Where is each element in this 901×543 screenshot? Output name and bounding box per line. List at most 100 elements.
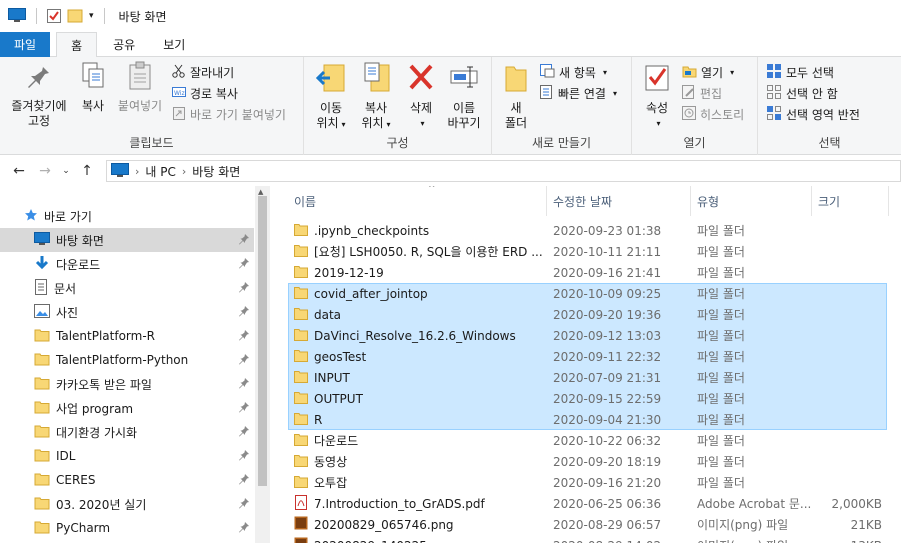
pin-icon[interactable] bbox=[238, 473, 250, 488]
file-row[interactable]: 7.Introduction_to_GrADS.pdf 2020-06-25 06… bbox=[288, 493, 887, 514]
recent-locations-chevron-icon[interactable]: ⌄ bbox=[58, 166, 74, 176]
nav-item[interactable]: 바탕 화면 bbox=[0, 228, 254, 252]
file-row[interactable]: INPUT 2020-07-09 21:31 파일 폴더 bbox=[288, 367, 887, 388]
column-divider[interactable] bbox=[888, 186, 889, 216]
delete-button[interactable]: 삭제 ▾ bbox=[402, 61, 440, 131]
navigation-pane: 바로 가기 바탕 화면 다운로드 문서 사진 TalentPlatform-R Talen… bbox=[0, 186, 270, 543]
nav-item[interactable]: 사업 program bbox=[0, 396, 254, 420]
new-folder-icon[interactable] bbox=[67, 7, 83, 26]
pin-icon[interactable] bbox=[238, 257, 250, 272]
pin-icon[interactable] bbox=[238, 425, 250, 440]
scroll-up-icon[interactable]: ▲ bbox=[258, 188, 263, 196]
nav-item[interactable]: 03. 2020년 실기 bbox=[0, 492, 254, 516]
file-row[interactable]: 20200829_065746.png 2020-08-29 06:57 이미지(p… bbox=[288, 514, 887, 535]
forward-arrow-icon[interactable]: → bbox=[32, 163, 58, 179]
tab-home[interactable]: 홈 bbox=[56, 32, 98, 58]
up-arrow-icon[interactable]: ↑ bbox=[74, 163, 100, 179]
new-folder-button[interactable]: 새 폴더 bbox=[498, 61, 534, 131]
properties-check-icon[interactable] bbox=[47, 7, 61, 26]
nav-item[interactable]: 카카오톡 받은 파일 bbox=[0, 372, 254, 396]
nav-item[interactable]: TalentPlatform-Python bbox=[0, 348, 254, 372]
nav-scrollbar-thumb[interactable] bbox=[258, 196, 267, 486]
column-size[interactable]: 크기 bbox=[812, 186, 888, 216]
nav-item-label: TalentPlatform-Python bbox=[56, 353, 189, 367]
quick-access[interactable]: 바로 가기 bbox=[24, 204, 244, 228]
properties-dropdown-icon[interactable]: ▾ bbox=[656, 116, 660, 131]
move-to-button[interactable]: 이동 위치 ▾ bbox=[310, 61, 352, 132]
pin-icon[interactable] bbox=[238, 305, 250, 320]
breadcrumb-chevron-icon[interactable]: › bbox=[182, 165, 186, 178]
file-row[interactable]: covid_after_jointop 2020-10-09 09:25 파일 폴더 bbox=[288, 283, 887, 304]
nav-item[interactable]: PyCharm bbox=[0, 516, 254, 540]
column-type[interactable]: 유형 bbox=[691, 186, 811, 216]
copy-button[interactable]: 복사 bbox=[76, 61, 110, 114]
pin-icon[interactable] bbox=[238, 377, 250, 392]
file-name-cell: 20200829_140225.png bbox=[294, 535, 544, 543]
new-item-button[interactable]: 새 항목 ▾ bbox=[540, 62, 607, 82]
pin-quick-access-button[interactable]: 즐겨찾기에 고정 bbox=[6, 61, 72, 129]
file-row[interactable]: 동영상 2020-09-20 18:19 파일 폴더 bbox=[288, 451, 887, 472]
file-row[interactable]: R 2020-09-04 21:30 파일 폴더 bbox=[288, 409, 887, 430]
pin-icon[interactable] bbox=[238, 401, 250, 416]
pin-icon[interactable] bbox=[238, 329, 250, 344]
paste-shortcut-button[interactable]: 바로 가기 붙여넣기 bbox=[172, 104, 286, 124]
column-date[interactable]: 수정한 날짜 bbox=[547, 186, 690, 216]
nav-item[interactable]: 다운로드 bbox=[0, 252, 254, 276]
new-group: 새 폴더 새 항목 ▾ 빠른 연결 ▾ 새로 만들기 bbox=[492, 57, 632, 155]
file-row[interactable]: OUTPUT 2020-09-15 22:59 파일 폴더 bbox=[288, 388, 887, 409]
tab-file[interactable]: 파일 bbox=[0, 32, 51, 57]
file-row[interactable]: DaVinci_Resolve_16.2.6_Windows 2020-09-12… bbox=[288, 325, 887, 346]
file-name-cell: 7.Introduction_to_GrADS.pdf bbox=[294, 493, 544, 514]
copy-path-label: 경로 복사 bbox=[190, 86, 238, 101]
copy-to-button[interactable]: 복사 위치 ▾ bbox=[354, 61, 398, 132]
nav-item[interactable]: IDL bbox=[0, 444, 254, 468]
chevron-down-icon: ▾ bbox=[612, 88, 617, 98]
file-row[interactable]: 20200829_140225.png2020-08-29 14:02이미지(p… bbox=[288, 535, 887, 543]
nav-item[interactable]: 사진 bbox=[0, 300, 254, 324]
rename-button[interactable]: 이름 바꾸기 bbox=[442, 61, 486, 131]
nav-item[interactable]: CERES bbox=[0, 468, 254, 492]
pin-icon[interactable] bbox=[238, 449, 250, 464]
chevron-down-icon[interactable]: ▾ bbox=[89, 11, 94, 21]
paste-button[interactable]: 붙여넣기 bbox=[114, 61, 166, 114]
breadcrumb-desktop[interactable]: 바탕 화면 bbox=[192, 163, 240, 180]
nav-scrollbar[interactable]: ▲ bbox=[255, 186, 270, 543]
copy-path-button[interactable]: Wiz 경로 복사 bbox=[172, 83, 238, 103]
file-row[interactable]: 2019-12-19 2020-09-16 21:41 파일 폴더 bbox=[288, 262, 887, 283]
pin-icon[interactable] bbox=[238, 497, 250, 512]
file-name-cell: covid_after_jointop bbox=[294, 283, 544, 304]
pin-icon[interactable] bbox=[238, 233, 250, 248]
delete-dropdown-icon[interactable]: ▾ bbox=[420, 116, 424, 131]
cut-button[interactable]: 잘라내기 bbox=[172, 62, 234, 82]
open-button[interactable]: 열기 ▾ bbox=[682, 62, 734, 82]
breadcrumb-this-pc[interactable]: 내 PC bbox=[145, 163, 175, 180]
tab-view[interactable]: 보기 bbox=[149, 32, 199, 57]
properties-button[interactable]: 속성 ▾ bbox=[638, 61, 676, 131]
nav-item[interactable]: 대기환경 가시화 bbox=[0, 420, 254, 444]
file-row[interactable]: 오투잡 2020-09-16 21:20 파일 폴더 bbox=[288, 472, 887, 493]
address-box[interactable]: › 내 PC › 바탕 화면 bbox=[106, 160, 901, 182]
nav-item[interactable]: TalentPlatform-R bbox=[0, 324, 254, 348]
column-name[interactable]: 이름 bbox=[288, 186, 546, 216]
download-icon bbox=[34, 255, 50, 274]
breadcrumb-chevron-icon[interactable]: › bbox=[135, 165, 139, 178]
title-bar: ▾ 바탕 화면 bbox=[0, 0, 901, 32]
pin-icon[interactable] bbox=[238, 521, 250, 536]
history-button[interactable]: 히스토리 bbox=[682, 104, 744, 124]
pin-icon[interactable] bbox=[238, 353, 250, 368]
file-row[interactable]: 다운로드 2020-10-22 06:32 파일 폴더 bbox=[288, 430, 887, 451]
edit-button[interactable]: 편집 bbox=[682, 83, 722, 103]
nav-item[interactable]: 문서 bbox=[0, 276, 254, 300]
back-arrow-icon[interactable]: ← bbox=[6, 163, 32, 179]
select-none-button[interactable]: 선택 안 함 bbox=[766, 83, 838, 103]
file-row[interactable]: data 2020-09-20 19:36 파일 폴더 bbox=[288, 304, 887, 325]
easy-access-button[interactable]: 빠른 연결 ▾ bbox=[540, 83, 617, 103]
file-row[interactable]: [요청] LSH0050. R, SQL을 이용한 ERD ... 2020-10… bbox=[288, 241, 887, 262]
file-row[interactable]: .ipynb_checkpoints 2020-09-23 01:38 파일 폴더 bbox=[288, 220, 887, 241]
desktop-icon bbox=[111, 162, 129, 180]
file-row[interactable]: geosTest 2020-09-11 22:32 파일 폴더 bbox=[288, 346, 887, 367]
invert-selection-button[interactable]: 선택 영역 반전 bbox=[766, 104, 860, 124]
pin-icon[interactable] bbox=[238, 281, 250, 296]
tab-share[interactable]: 공유 bbox=[99, 32, 149, 57]
select-all-button[interactable]: 모두 선택 bbox=[766, 62, 834, 82]
